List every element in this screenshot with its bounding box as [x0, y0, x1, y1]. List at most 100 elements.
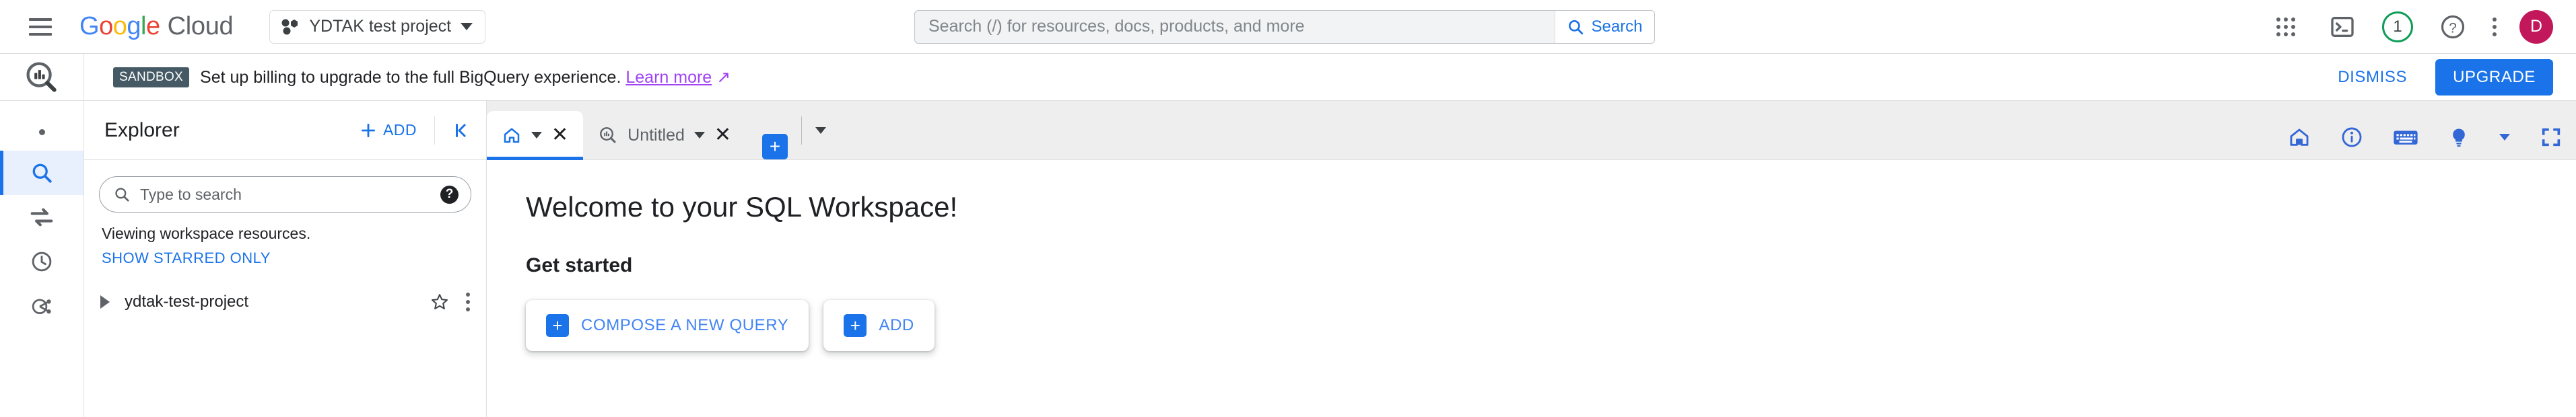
banner-message: Set up billing to upgrade to the full Bi… [200, 67, 731, 87]
dismiss-button[interactable]: DISMISS [2335, 63, 2410, 92]
rail-item-analytics-hub[interactable] [0, 284, 83, 328]
compose-new-query-button[interactable]: + COMPOSE A NEW QUERY [526, 300, 809, 351]
notifications-badge[interactable]: 1 [2382, 11, 2413, 42]
hamburger-bar [29, 17, 52, 21]
search-icon [1569, 20, 1584, 34]
divider [434, 116, 435, 145]
cloud-shell-terminal-icon[interactable] [2326, 10, 2359, 44]
new-tab-button[interactable]: + [762, 134, 788, 159]
more-vertical-icon[interactable] [466, 293, 470, 311]
rail-item-data-transfers[interactable] [0, 195, 83, 239]
help-icon[interactable]: ? [440, 185, 459, 204]
avatar-initial: D [2530, 17, 2543, 36]
chevron-down-icon [461, 23, 473, 30]
page-title: Explorer [104, 118, 180, 141]
tab-bar: ✕ Untitled ✕ + [487, 101, 2576, 160]
upgrade-button[interactable]: UPGRADE [2435, 59, 2553, 96]
hamburger-menu-icon[interactable] [20, 7, 61, 47]
explorer-search-input[interactable] [140, 185, 431, 204]
fullscreen-icon[interactable] [2540, 126, 2563, 149]
google-cloud-logo[interactable]: Google Cloud [79, 12, 234, 41]
add-data-button[interactable]: + ADD [823, 300, 935, 351]
google-wordmark: Google [79, 12, 160, 40]
clock-icon [32, 252, 52, 272]
chevron-down-icon[interactable] [531, 132, 542, 139]
explorer-header: Explorer ADD [84, 101, 486, 160]
project-dots-icon [281, 19, 298, 34]
chevron-down-icon[interactable] [2499, 134, 2510, 141]
search-button[interactable]: Search [1555, 10, 1654, 43]
welcome-panel: Welcome to your SQL Workspace! Get start… [487, 160, 2576, 417]
add-data-label: ADD [879, 316, 914, 334]
rail-item-search[interactable] [0, 151, 83, 195]
more-vertical-icon[interactable] [2493, 17, 2497, 36]
help-question-icon[interactable]: ? [2436, 10, 2470, 44]
pipeline-share-icon [32, 299, 51, 314]
close-icon[interactable]: ✕ [714, 125, 731, 145]
top-header: Google Cloud YDTAK test project Search (… [0, 0, 2576, 54]
home-icon[interactable] [2288, 126, 2311, 149]
tab-bar-actions [2288, 126, 2563, 159]
search-button-label: Search [1591, 17, 1643, 36]
get-started-actions: + COMPOSE A NEW QUERY + ADD [526, 300, 2576, 351]
chevron-down-icon[interactable] [693, 132, 705, 139]
tab-label: Untitled [628, 125, 685, 145]
explorer-panel: Explorer ADD ? [84, 101, 487, 417]
transfer-arrows-icon [30, 208, 53, 227]
explorer-add-label: ADD [382, 121, 417, 139]
sandbox-banner-row: SANDBOX Set up billing to upgrade to the… [0, 54, 2576, 101]
divider [801, 116, 803, 145]
project-node-label: ydtak-test-project [125, 293, 249, 311]
banner-actions: DISMISS UPGRADE [2335, 59, 2553, 96]
keyboard-shortcuts-icon[interactable] [2393, 126, 2418, 149]
cloud-wordmark: Cloud [167, 12, 234, 40]
new-tab-options-chevron-down-icon[interactable] [815, 126, 827, 134]
viewing-resources-note: Viewing workspace resources. [102, 225, 311, 242]
rail-product-logo[interactable] [0, 54, 84, 101]
hamburger-bar [29, 25, 52, 28]
tab-home[interactable]: ✕ [487, 111, 584, 160]
lightbulb-tips-icon[interactable] [2448, 126, 2470, 149]
tree-row-actions [430, 292, 470, 312]
banner-message-text: Set up billing to upgrade to the full Bi… [200, 67, 621, 87]
left-icon-rail [0, 101, 84, 417]
bigquery-query-icon [600, 127, 616, 143]
search-input[interactable] [915, 10, 1555, 43]
info-icon[interactable] [2340, 126, 2363, 149]
close-icon[interactable]: ✕ [551, 125, 568, 145]
notifications-count: 1 [2393, 17, 2402, 36]
main-content: ✕ Untitled ✕ + Welcome to your SQL Works… [487, 101, 2576, 417]
rail-spacer [0, 101, 83, 113]
project-selector-label: YDTAK test project [309, 17, 452, 36]
list-item[interactable]: ydtak-test-project [84, 283, 486, 321]
plus-icon: + [546, 314, 569, 337]
search-icon [32, 163, 52, 183]
collapse-panel-icon[interactable] [448, 116, 477, 145]
avatar[interactable]: D [2519, 9, 2553, 44]
home-icon [504, 128, 520, 143]
apps-grid-icon[interactable] [2269, 10, 2303, 44]
external-link-icon: ↗︎ [716, 67, 731, 87]
plus-icon [361, 123, 376, 137]
svg-text:?: ? [2449, 20, 2457, 36]
show-starred-only-link[interactable]: SHOW STARRED ONLY [102, 250, 486, 267]
explorer-search: ? [99, 176, 471, 213]
star-outline-icon[interactable] [430, 292, 450, 312]
plus-icon: + [844, 314, 867, 337]
triangle-right-icon[interactable] [100, 295, 110, 309]
dot-icon [38, 128, 45, 135]
global-search: Search [914, 9, 1655, 44]
tab-untitled-query[interactable]: Untitled ✕ [583, 111, 746, 159]
learn-more-link[interactable]: Learn more [625, 68, 712, 87]
bigquery-logo-icon [26, 61, 57, 92]
sandbox-banner: SANDBOX Set up billing to upgrade to the… [84, 54, 2576, 101]
rail-item-dot-marker[interactable] [0, 113, 83, 151]
rail-item-scheduled-queries[interactable] [0, 239, 83, 284]
project-selector[interactable]: YDTAK test project [269, 9, 486, 44]
welcome-title: Welcome to your SQL Workspace! [526, 191, 958, 223]
explorer-add-button[interactable]: ADD [355, 116, 421, 145]
hamburger-bar [29, 32, 52, 36]
header-actions: 1 ? D [2269, 9, 2553, 44]
sandbox-badge: SANDBOX [113, 67, 190, 87]
search-icon [115, 188, 129, 202]
